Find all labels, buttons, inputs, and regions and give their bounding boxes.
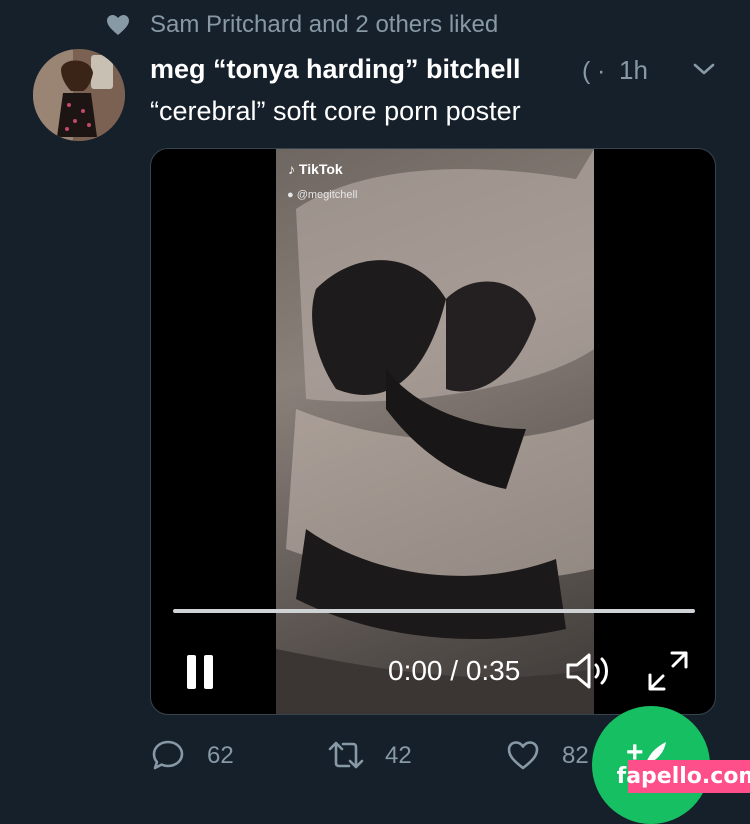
tiktok-username-text: @megitchell: [296, 189, 358, 201]
reply-icon[interactable]: [151, 738, 185, 772]
video-progress-track[interactable]: [173, 609, 695, 613]
author-name[interactable]: meg “tonya harding” bitchell: [150, 54, 521, 85]
chevron-down-icon[interactable]: [690, 59, 718, 79]
volume-icon[interactable]: [565, 651, 613, 691]
social-context-text[interactable]: Sam Pritchard and 2 others liked: [150, 11, 498, 39]
like-count: 82: [562, 742, 589, 769]
like-icon[interactable]: [506, 738, 540, 772]
heart-icon: [107, 15, 129, 35]
tweet-timestamp[interactable]: 1h: [619, 55, 648, 86]
site-watermark: fapello.com: [617, 760, 750, 793]
pause-icon[interactable]: [185, 654, 215, 690]
meta-separator: ·: [597, 57, 606, 85]
tiktok-username: ● @megitchell: [287, 189, 357, 201]
tiktok-note-icon: ♪: [288, 161, 295, 177]
retweet-icon[interactable]: [327, 738, 365, 772]
avatar[interactable]: [33, 49, 125, 141]
video-frame[interactable]: [276, 149, 594, 714]
tweet-text: “cerebral” soft core porn poster: [150, 96, 521, 126]
fullscreen-icon[interactable]: [646, 649, 690, 693]
video-player[interactable]: ♪ TikTok ● @megitchell 0:00 / 0:35: [150, 148, 716, 715]
video-time-readout: 0:00 / 0:35: [388, 655, 521, 686]
user-icon: ●: [287, 189, 294, 201]
reply-count: 62: [207, 742, 234, 769]
retweet-count: 42: [385, 742, 412, 769]
tiktok-watermark: ♪ TikTok: [288, 161, 343, 177]
tiktok-brand-text: TikTok: [298, 161, 343, 177]
author-handle[interactable]: (: [582, 57, 590, 86]
